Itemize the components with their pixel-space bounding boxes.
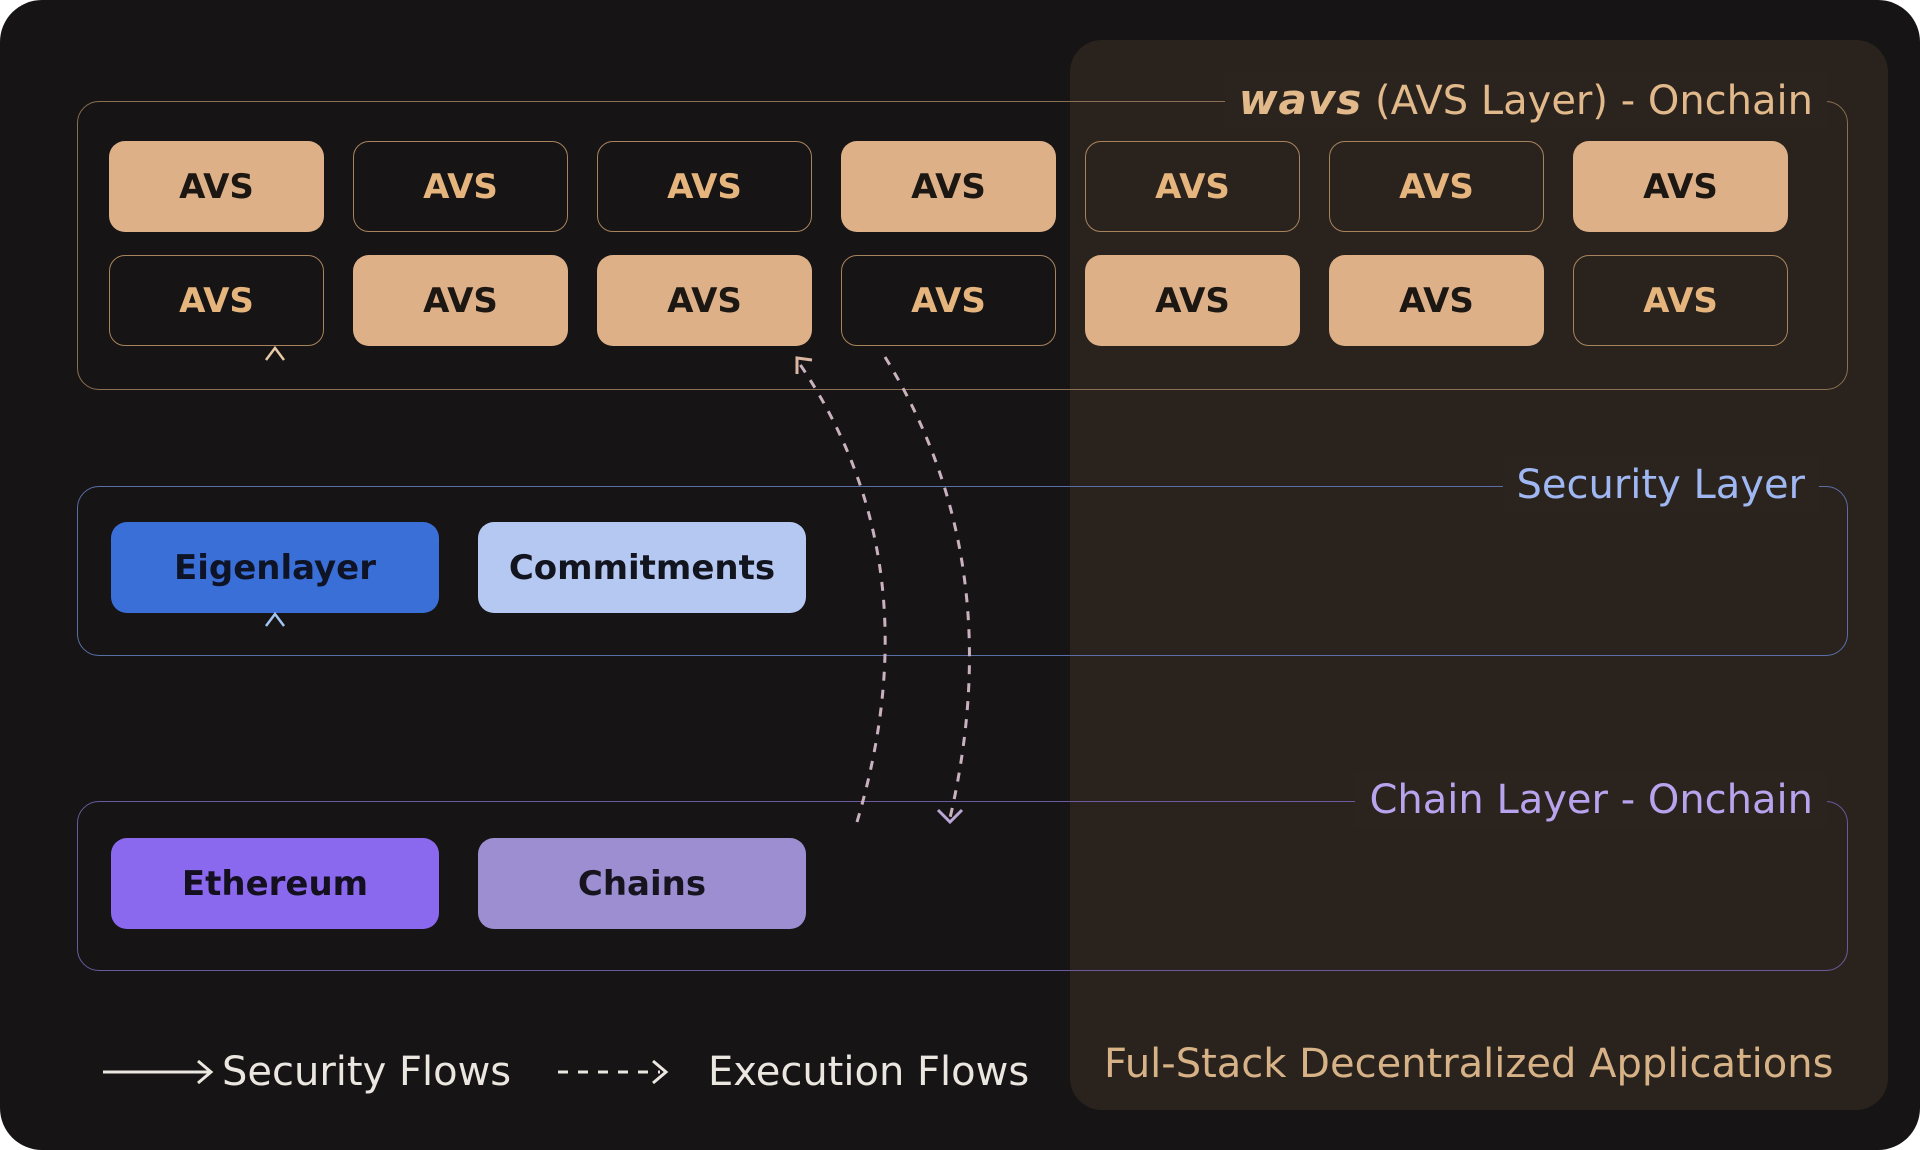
wavs-logo: wavs [1238,75,1363,124]
avs-box-r1-c5: AVS [1085,141,1300,232]
avs-box-r1-c4: AVS [841,141,1056,232]
avs-layer-title-text: (AVS Layer) - Onchain [1374,78,1813,124]
avs-box-r1-c1: AVS [109,141,324,232]
avs-box-r2-c6: AVS [1329,255,1544,346]
avs-layer-title: wavs (AVS Layer) - Onchain [1224,72,1827,129]
avs-box-r2-c2: AVS [353,255,568,346]
avs-box-r2-c1: AVS [109,255,324,346]
diagram-card: wavs (AVS Layer) - Onchain Security Laye… [0,0,1920,1150]
node-commitments: Commitments [478,522,806,613]
avs-box-r2-c3: AVS [597,255,812,346]
fullstack-caption: Ful-Stack Decentralized Applications [1104,1041,1834,1087]
diagram-canvas: wavs (AVS Layer) - Onchain Security Laye… [0,0,1920,1150]
avs-box-r1-c7: AVS [1573,141,1788,232]
legend-security-arrowhead [197,1059,214,1085]
legend-execution-label: Execution Flows [708,1049,1030,1095]
avs-box-r2-c5: AVS [1085,255,1300,346]
legend-security-label: Security Flows [222,1049,512,1095]
node-chains: Chains [478,838,806,929]
security-layer-title: Security Layer [1502,457,1819,513]
node-eigenlayer: Eigenlayer [111,522,439,613]
avs-box-r2-c7: AVS [1573,255,1788,346]
avs-box-r1-c2: AVS [353,141,568,232]
legend-execution-arrowhead [652,1059,669,1085]
node-ethereum: Ethereum [111,838,439,929]
avs-box-r1-c6: AVS [1329,141,1544,232]
avs-box-r1-c3: AVS [597,141,812,232]
chain-layer-title: Chain Layer - Onchain [1355,772,1827,828]
avs-box-r2-c4: AVS [841,255,1056,346]
